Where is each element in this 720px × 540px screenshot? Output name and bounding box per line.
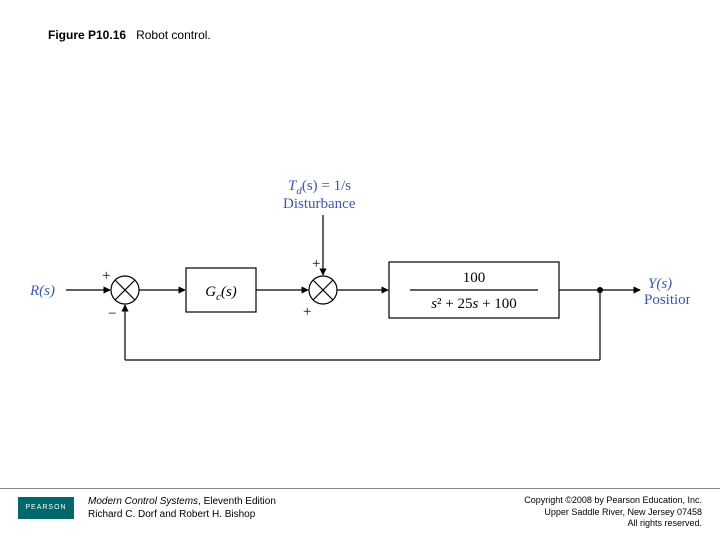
disturbance-equation: Td(s) = 1/s: [288, 178, 351, 197]
input-label: R(s): [30, 283, 55, 299]
copyright-line3: All rights reserved.: [524, 518, 702, 530]
pearson-logo: PEARSON: [18, 497, 74, 519]
footer: PEARSON Modern Control Systems, Eleventh…: [0, 488, 720, 540]
book-edition: , Eleventh Edition: [198, 496, 276, 507]
controller-label: Gc(s): [205, 284, 237, 303]
block-diagram: R(s) + − Gc(s) + + Td(s) = 1/s Disturban…: [30, 140, 690, 400]
figure-number: Figure P10.16: [48, 28, 126, 42]
book-info: Modern Control Systems, Eleventh Edition…: [88, 495, 276, 521]
book-title: Modern Control Systems: [88, 496, 198, 507]
sum1-plus: +: [102, 268, 110, 284]
sum1-minus: −: [108, 306, 116, 322]
copyright-block: Copyright ©2008 by Pearson Education, In…: [524, 495, 702, 530]
figure-caption: Robot control.: [136, 28, 211, 42]
book-authors: Richard C. Dorf and Robert H. Bishop: [88, 509, 255, 520]
sum2-plus-left: +: [303, 304, 311, 320]
plant-numerator: 100: [463, 270, 486, 286]
copyright-line2: Upper Saddle River, New Jersey 07458: [524, 507, 702, 519]
footer-left: PEARSON Modern Control Systems, Eleventh…: [18, 495, 276, 521]
output-label: Y(s): [648, 276, 672, 292]
figure-title: Figure P10.16 Robot control.: [48, 28, 211, 42]
output-word: Position: [644, 292, 690, 308]
plant-denominator: s² + 25s + 100: [431, 296, 517, 312]
disturbance-word: Disturbance: [283, 196, 356, 212]
copyright-line1: Copyright ©2008 by Pearson Education, In…: [524, 495, 702, 507]
sum2-plus-top: +: [312, 256, 320, 272]
